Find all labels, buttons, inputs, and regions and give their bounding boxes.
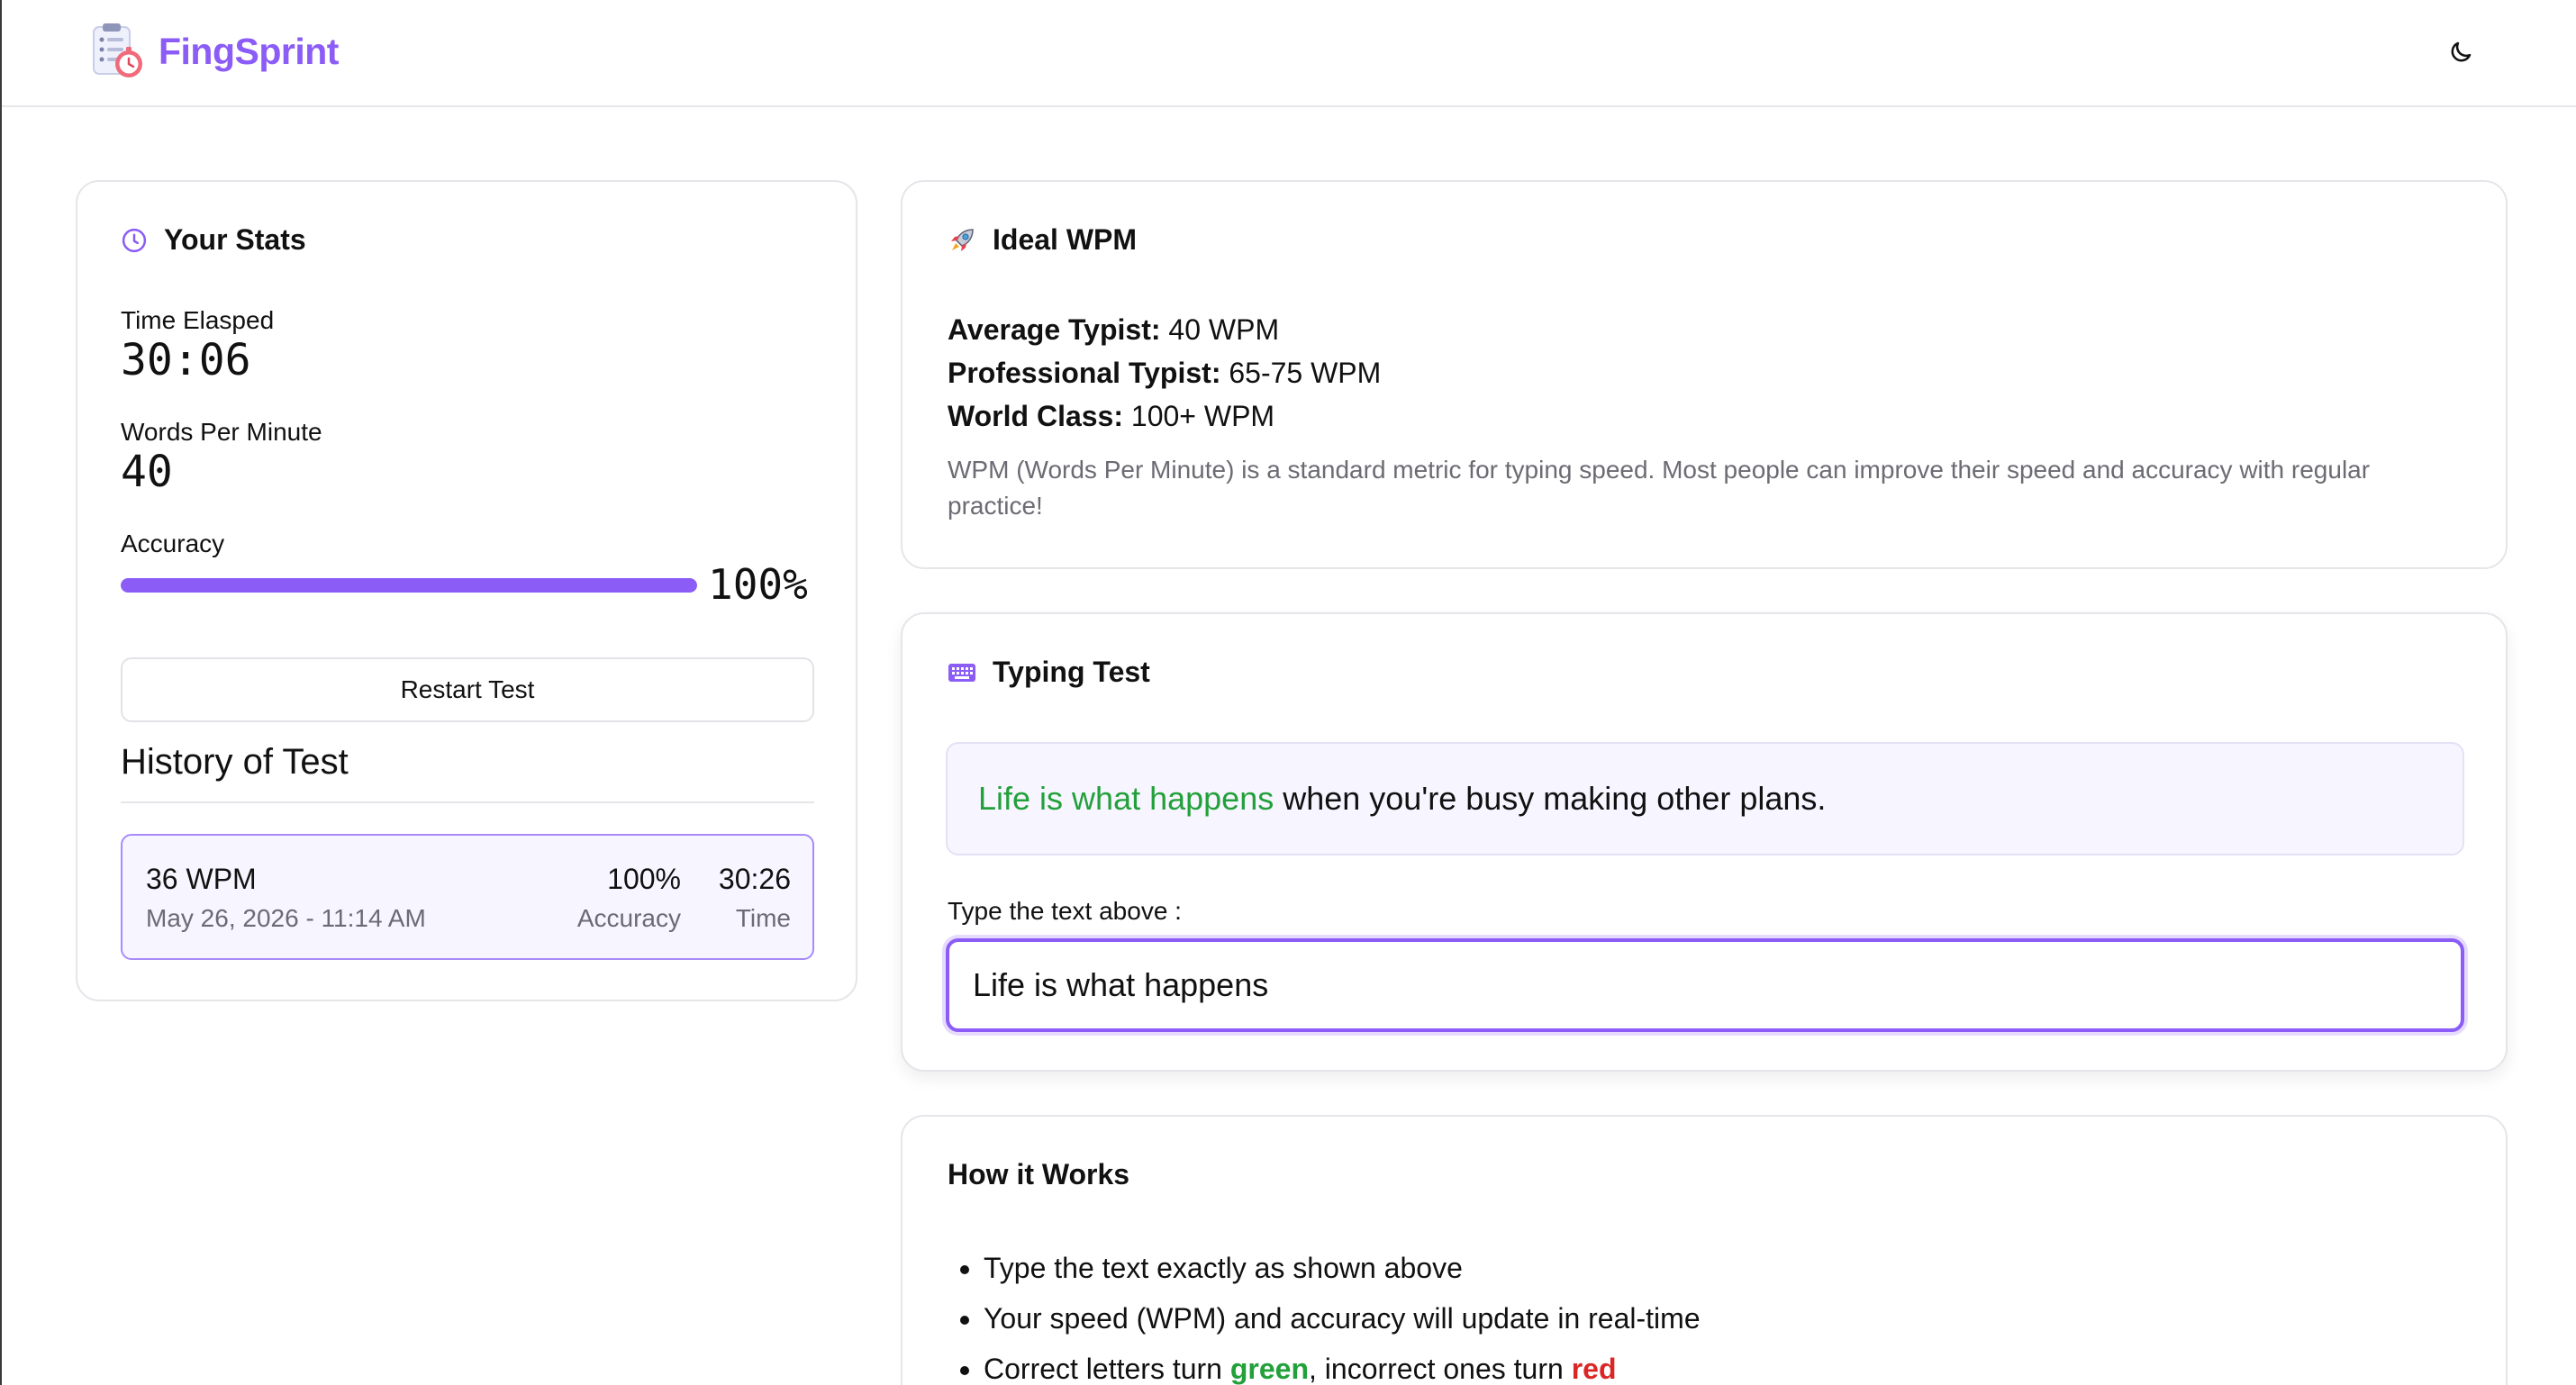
ideal-line-professional: Professional Typist: 65-75 WPM — [948, 357, 1381, 390]
ideal-line-label: Professional Typist: — [948, 357, 1221, 389]
list-item: Type the text exactly as shown above — [984, 1243, 1701, 1293]
list-item-text: , incorrect ones turn — [1309, 1353, 1572, 1385]
rocket-icon — [951, 228, 974, 251]
typing-test-title: Typing Test — [948, 656, 1150, 689]
ideal-line-label: World Class: — [948, 400, 1123, 432]
how-it-works-title: How it Works — [948, 1158, 1130, 1190]
clock-icon — [122, 228, 147, 252]
history-title: History of Test — [121, 742, 349, 782]
time-elapsed-value: 30:06 — [121, 335, 251, 385]
brand-name: FingSprint — [159, 30, 339, 72]
brand[interactable]: FingSprint — [90, 22, 339, 81]
green-word: green — [1229, 1353, 1309, 1385]
wpm-value: 40 — [121, 447, 173, 497]
typing-test-card: Typing Test Life is what happens when yo… — [901, 612, 2508, 1072]
ideal-wpm-title-text: Ideal WPM — [993, 223, 1138, 256]
accuracy-progress-bar — [121, 578, 697, 593]
typing-test-title-text: Typing Test — [993, 656, 1150, 688]
accuracy-progress-fill — [121, 578, 697, 593]
stats-title-text: Your Stats — [164, 223, 306, 256]
history-item[interactable]: 36 WPM May 26, 2026 - 11:14 AM 100% Accu… — [121, 834, 814, 960]
ideal-line-value: 65-75 WPM — [1229, 357, 1382, 389]
ideal-line-average: Average Typist: 40 WPM — [948, 313, 1279, 347]
how-it-works-list: Type the text exactly as shown above You… — [984, 1243, 1701, 1385]
history-item-accuracy: 100% — [607, 863, 681, 895]
ideal-line-label: Average Typist: — [948, 313, 1161, 346]
accuracy-label: Accuracy — [121, 530, 225, 557]
restart-test-button[interactable]: Restart Test — [121, 657, 814, 722]
prompt-text-box: Life is what happens when you're busy ma… — [946, 742, 2464, 855]
ideal-line-value: 100+ WPM — [1130, 400, 1275, 432]
stats-card-title: Your Stats — [121, 223, 306, 257]
prompt-remaining-text: when you're busy making other plans. — [1274, 780, 1827, 817]
red-word: red — [1571, 1353, 1617, 1385]
ideal-wpm-card: Ideal WPM Average Typist: 40 WPM Profess… — [901, 180, 2508, 569]
keyboard-icon — [948, 663, 975, 682]
accuracy-value: 100% — [708, 560, 808, 609]
app-header: FingSprint — [2, 0, 2576, 107]
typing-input-label: Type the text above : — [948, 897, 1182, 925]
list-item: Correct letters turn green, incorrect on… — [984, 1344, 1701, 1385]
history-item-time-label: Time — [735, 904, 791, 932]
how-it-works-card: How it Works Type the text exactly as sh… — [901, 1115, 2508, 1385]
wpm-label: Words Per Minute — [121, 418, 322, 446]
ideal-wpm-description: WPM (Words Per Minute) is a standard met… — [948, 456, 2371, 520]
history-item-accuracy-label: Accuracy — [576, 904, 681, 932]
history-item-date: May 26, 2026 - 11:14 AM — [146, 904, 426, 932]
moon-icon — [2451, 41, 2472, 62]
history-item-time: 30:26 — [718, 863, 791, 895]
ideal-line-world-class: World Class: 100+ WPM — [948, 400, 1274, 433]
history-divider — [121, 801, 814, 803]
stats-card: Your Stats Time Elasped 30:06 Words Per … — [76, 180, 857, 1001]
clipboard-stopwatch-icon — [90, 22, 146, 81]
ideal-line-value: 40 WPM — [1168, 313, 1280, 346]
time-elapsed-label: Time Elasped — [121, 306, 275, 334]
theme-toggle-button[interactable] — [2441, 32, 2481, 72]
list-item-text: Correct letters turn — [984, 1353, 1230, 1385]
list-item: Your speed (WPM) and accuracy will updat… — [984, 1293, 1701, 1344]
typing-input[interactable] — [946, 938, 2464, 1032]
ideal-wpm-title: Ideal WPM — [948, 223, 1137, 257]
history-item-wpm: 36 WPM — [146, 863, 257, 895]
prompt-typed-text: Life is what happens — [978, 780, 1274, 817]
